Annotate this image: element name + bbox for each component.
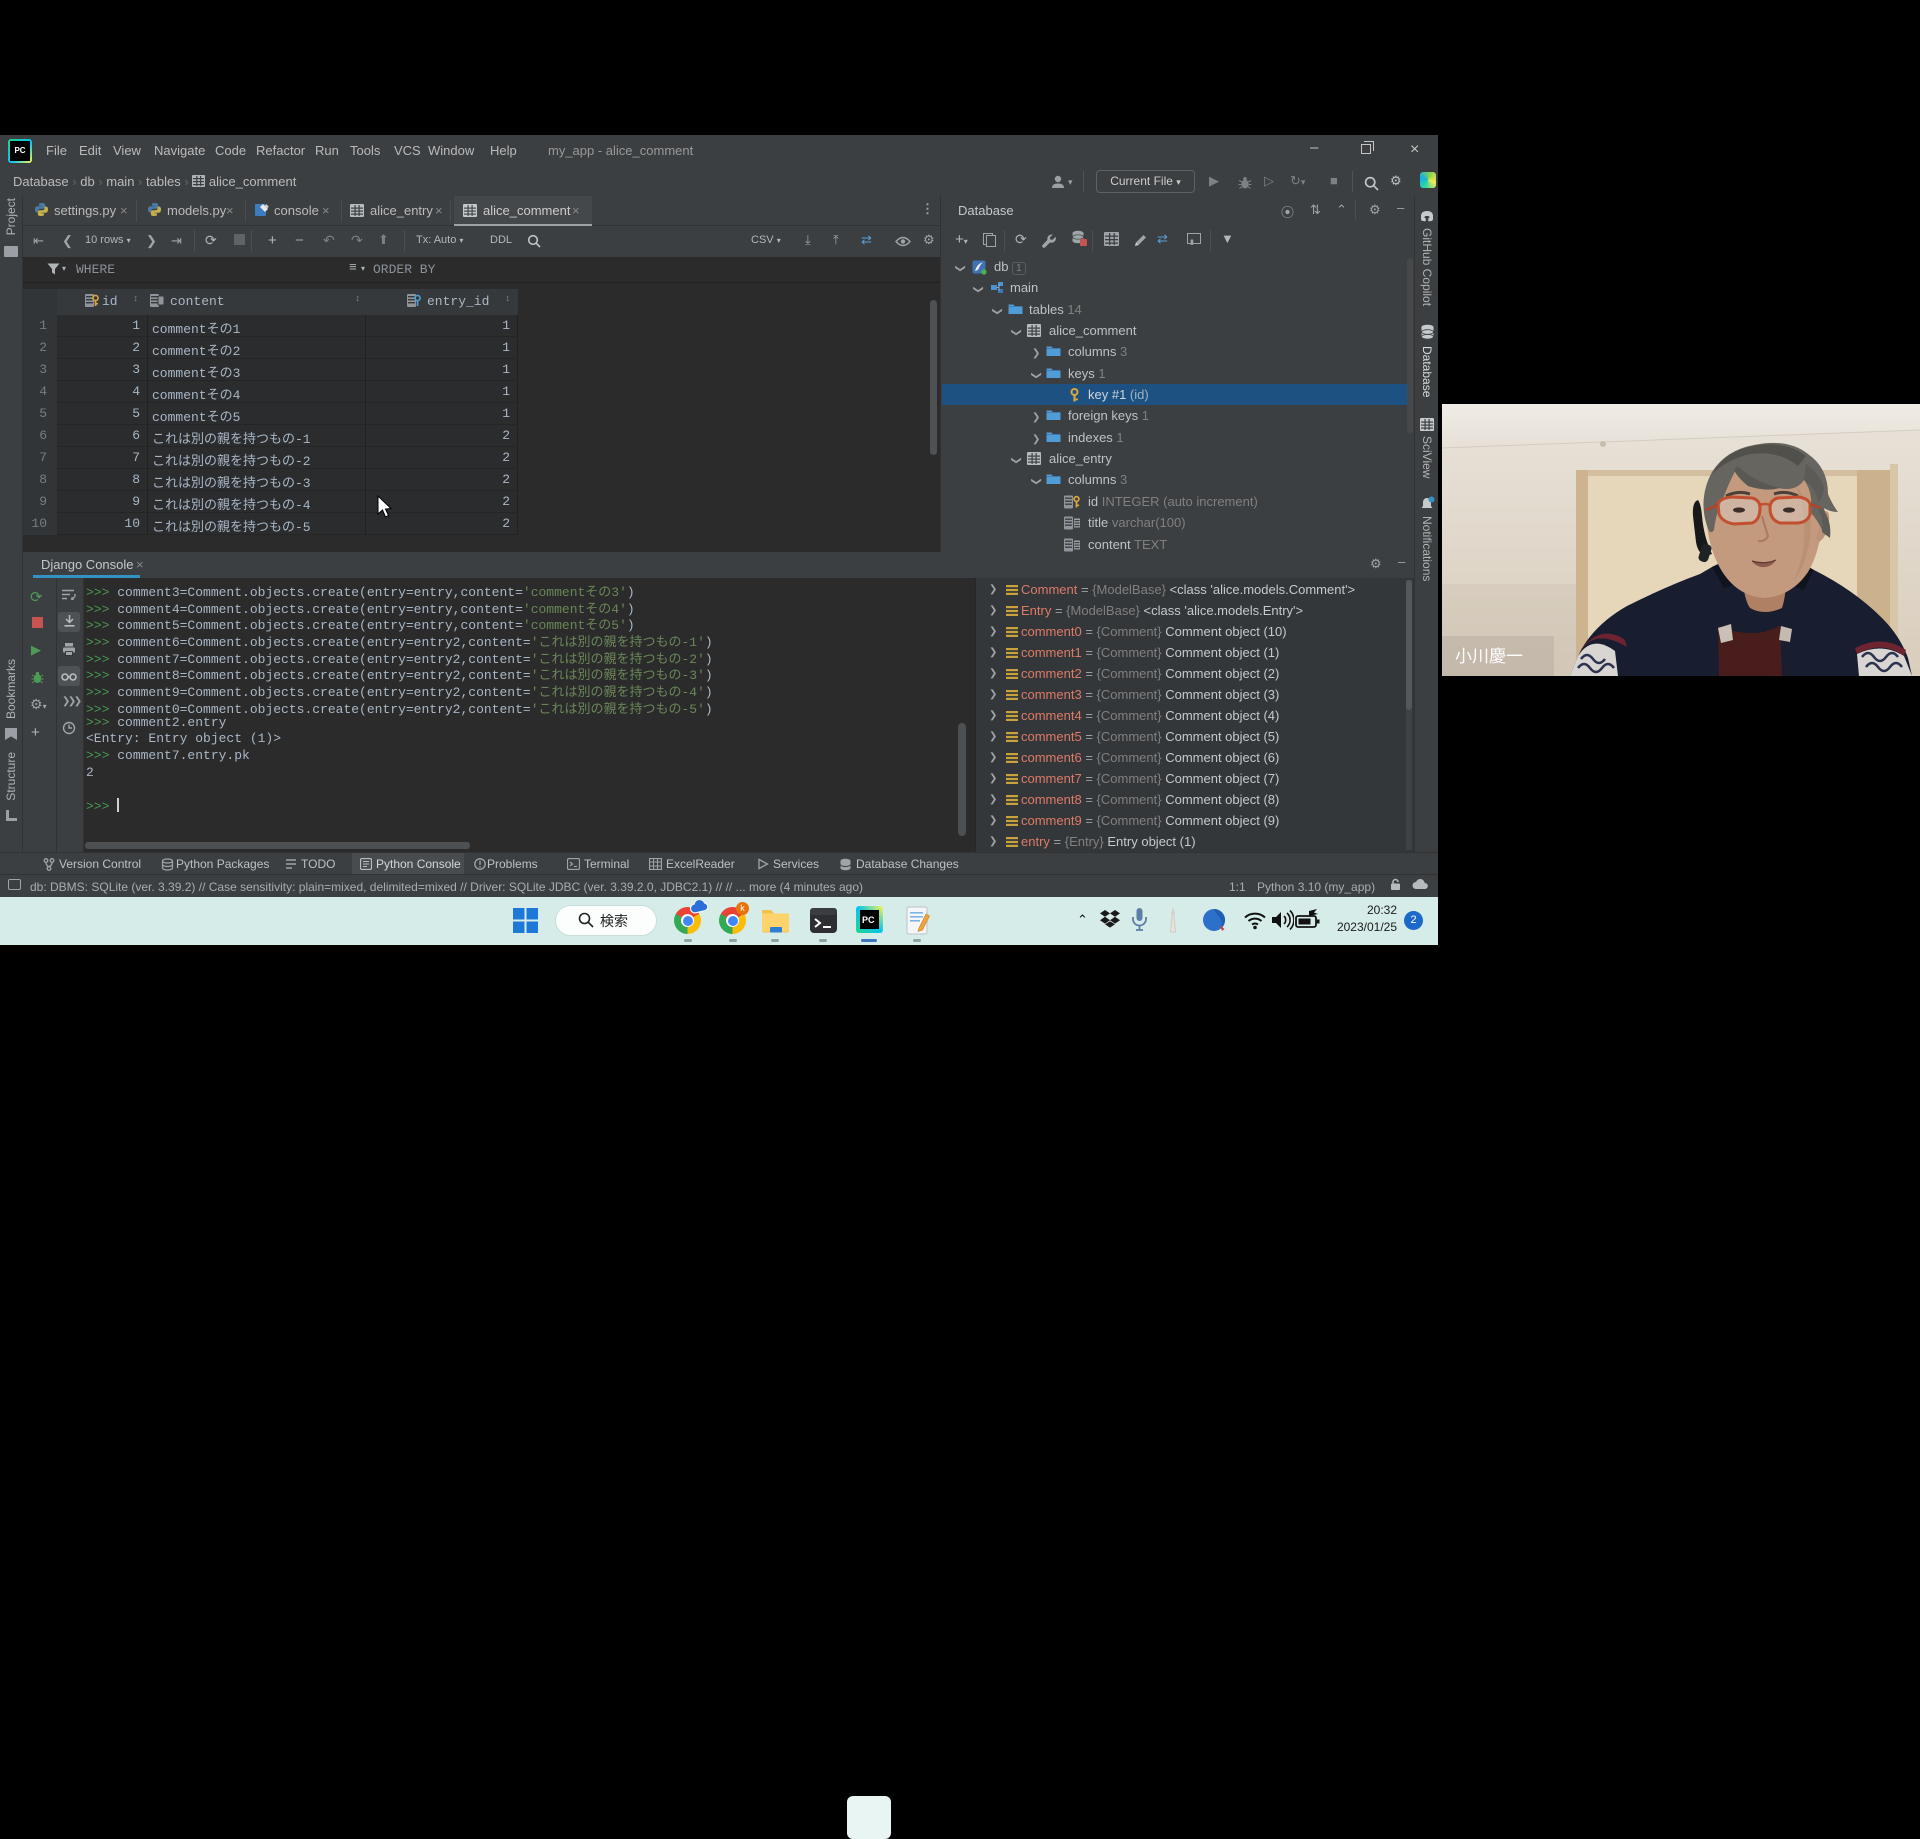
svg-text:PC: PC: [862, 915, 875, 925]
svg-text:小川慶一: 小川慶一: [1455, 647, 1523, 666]
